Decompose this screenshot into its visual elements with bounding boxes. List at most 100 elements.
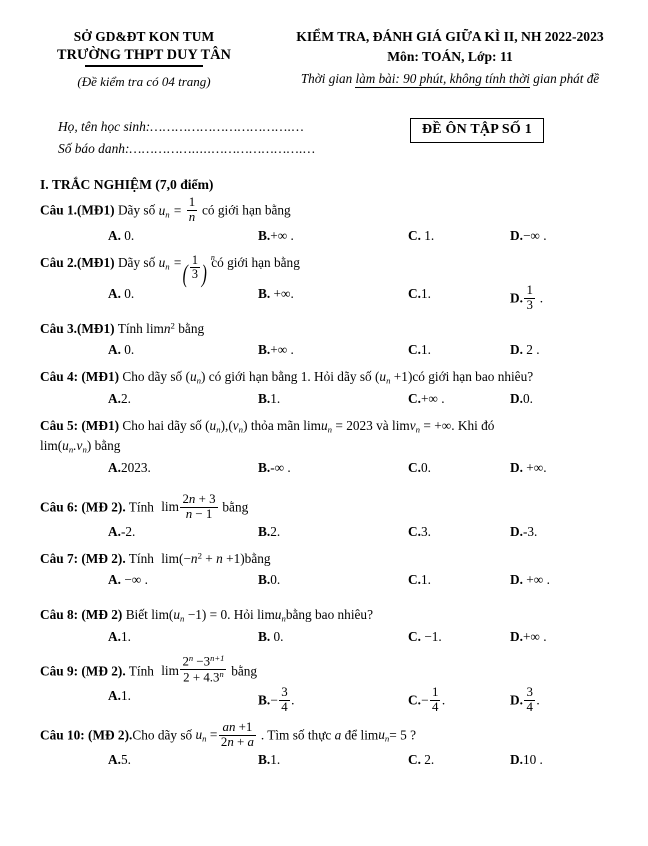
option-a[interactable]: A. 0. [108,226,134,245]
option-a[interactable]: A. 0. [108,340,134,359]
question-2-label: Câu 2.(MĐ1) [40,254,115,270]
question-9-text: Câu 9: (MĐ 2). Tính lim 2n −3n+1 2 + 4.3n … [40,653,630,685]
student-name-dots: …………………………….… [150,118,305,134]
option-b[interactable]: B.1. [258,750,280,769]
question-6-options: A.-2. B.2. C.3. D.-3. [40,522,630,548]
student-id-label: Số báo danh: [58,140,130,156]
question-3: Câu 3.(MĐ1) Tính limn2 bằng A. 0. B.+∞ .… [18,319,630,366]
question-5-lim3: lim(un.vn) [40,438,92,455]
department-name: SỞ GD&ĐT KON TUM [73,29,215,44]
exam-content: I. TRẮC NGHIỆM (7,0 điểm) Câu 1.(MĐ1) Dã… [0,177,648,776]
option-c[interactable]: C.3. [408,522,431,541]
question-1: Câu 1.(MĐ1) Dãy số un = 1n có giới hạn b… [18,196,630,251]
time-prefix: Thời gian [300,70,356,86]
option-a[interactable]: A.1. [108,627,131,646]
question-4-seq: (un) [185,368,206,386]
option-c[interactable]: C. 2. [408,750,434,769]
option-d[interactable]: D. 2 . [510,340,540,359]
option-c[interactable]: C.1. [408,284,431,303]
option-b[interactable]: B.1. [258,389,280,408]
question-7: Câu 7: (MĐ 2). Tính lim(−n2 + n +1)bằng … [18,549,630,604]
option-a[interactable]: A.2023. [108,458,151,477]
question-10-lim: limun [360,727,390,744]
option-b[interactable]: B.2. [258,522,280,541]
question-4-seq2: (un +1) [374,368,413,386]
question-7-text: Câu 7: (MĐ 2). Tính lim(−n2 + n +1)bằng [40,549,630,569]
question-5: Câu 5: (MĐ1) Cho hai dãy số (un),(vn) th… [18,416,630,492]
question-1-after: có giới hạn bằng [202,202,291,218]
question-6-before: Tính [128,499,154,515]
question-7-formula: lim(−n2 + n +1) [161,550,245,567]
question-6-label: Câu 6: (MĐ 2). [40,499,126,515]
question-10-after: để [344,727,358,743]
option-a[interactable]: A.5. [108,750,131,769]
option-a[interactable]: A.1. [108,686,131,705]
option-d[interactable]: D.-3. [510,522,537,541]
question-6: Câu 6: (MĐ 2). Tính lim 2n + 3n − 1 bằng … [18,491,630,548]
option-a[interactable]: A. 0. [108,284,134,303]
question-8-lim2: limun [257,607,286,624]
option-c[interactable]: C.+∞ . [408,389,445,408]
subject-line: Môn: TOÁN, Lớp: 11 [387,48,513,64]
question-3-text: Câu 3.(MĐ1) Tính limn2 bằng [40,319,630,339]
option-b[interactable]: B.+∞ . [258,340,294,359]
question-9-options: A.1. B.− 3 4. C.− 1 4. D. 3 4. [40,685,630,720]
option-c[interactable]: C. 1. [408,226,434,245]
option-c[interactable]: C.1. [408,570,431,589]
question-3-label: Câu 3.(MĐ1) [40,321,115,337]
option-d[interactable]: D. +∞. [510,458,547,477]
question-8-before: Biết [125,607,148,623]
question-8-after: . Hỏi [227,607,254,623]
option-b[interactable]: B.+∞ . [258,226,294,245]
option-b[interactable]: B. 0. [258,627,284,646]
option-c[interactable]: C. −1. [408,627,442,646]
time-suffix: gian phát đề [529,70,600,86]
option-b[interactable]: B. +∞. [258,284,294,303]
exam-page: SỞ GD&ĐT KON TUM TRƯỜNG THPT DUY TÂN (Đề… [0,0,648,846]
question-4-after: có giới hạn bao nhiêu? [412,368,534,384]
question-6-formula: lim 2n + 3n − 1 [161,491,218,521]
question-8: Câu 8: (MĐ 2) Biết lim(un −1) = 0. Hỏi l… [18,605,630,653]
option-c[interactable]: C.1. [408,340,431,359]
question-5-text: Câu 5: (MĐ1) Cho hai dãy số (un),(vn) th… [40,416,630,437]
exam-code-box: ĐỀ ÔN TẬP SỐ 1 [410,117,544,144]
student-name-field[interactable]: Họ, tên học sinh:…………………………….… [58,116,410,138]
time-line: Thời gian làm bài: 90 phút, không tính t… [270,70,630,88]
option-d[interactable]: D.10 . [510,750,543,769]
option-a[interactable]: A.-2. [108,522,135,541]
school-name: TRƯỜNG THPT DUY TÂN [57,46,231,63]
option-a[interactable]: A.2. [108,389,131,408]
question-10-text: Câu 10: (MĐ 2).Cho dãy số un = an +1 2n + … [40,720,630,749]
question-4: Câu 4: (MĐ1) Cho dãy số (un) có giới hạn… [18,367,630,415]
question-6-text: Câu 6: (MĐ 2). Tính lim 2n + 3n − 1 bằng [40,491,630,521]
question-8-label: Câu 8: (MĐ 2) [40,607,123,623]
question-5-text-line2: lim(un.vn) bằng [40,436,630,457]
question-5-lim2: limvn [392,417,421,435]
option-c[interactable]: C.− 1 4. [408,685,445,714]
option-d[interactable]: D. 3 4. [510,685,540,714]
question-5-mid: thỏa mãn [250,417,300,433]
option-b[interactable]: B.− 3 4. [258,685,294,714]
option-d[interactable]: D.0. [510,389,533,408]
student-id-field[interactable]: Số báo danh:…………….....………………….… [58,138,410,160]
question-1-before: Dãy số [117,202,156,218]
option-b[interactable]: B.0. [258,570,280,589]
question-4-mid: có giới hạn bằng 1. Hỏi dãy số [208,368,372,384]
option-d[interactable]: D. +∞ . [510,570,550,589]
question-10-options: A.5. B.1. C. 2. D.10 . [40,750,630,776]
option-a[interactable]: A. −∞ . [108,570,148,589]
option-c[interactable]: C.0. [408,458,431,477]
question-5-seqs: (un),(vn) [205,417,248,435]
option-b[interactable]: B.-∞ . [258,458,291,477]
question-8-mid: = 0 [209,607,228,623]
question-10-label: Câu 10: (MĐ 2). [40,727,133,743]
question-5-line2-after: bằng [94,438,121,454]
option-d[interactable]: D.−∞ . [510,226,547,245]
school-underline [85,65,203,67]
option-d[interactable]: D.+∞ . [510,627,547,646]
question-3-before: Tính [117,321,143,337]
school-header-block: SỞ GD&ĐT KON TUM TRƯỜNG THPT DUY TÂN (Đề… [18,28,270,90]
exam-header-block: KIỂM TRA, ĐÁNH GIÁ GIỮA KÌ II, NH 2022-2… [270,28,630,88]
question-5-eq2: = +∞ [423,417,452,433]
option-d[interactable]: D. 1 3 . [510,283,543,312]
